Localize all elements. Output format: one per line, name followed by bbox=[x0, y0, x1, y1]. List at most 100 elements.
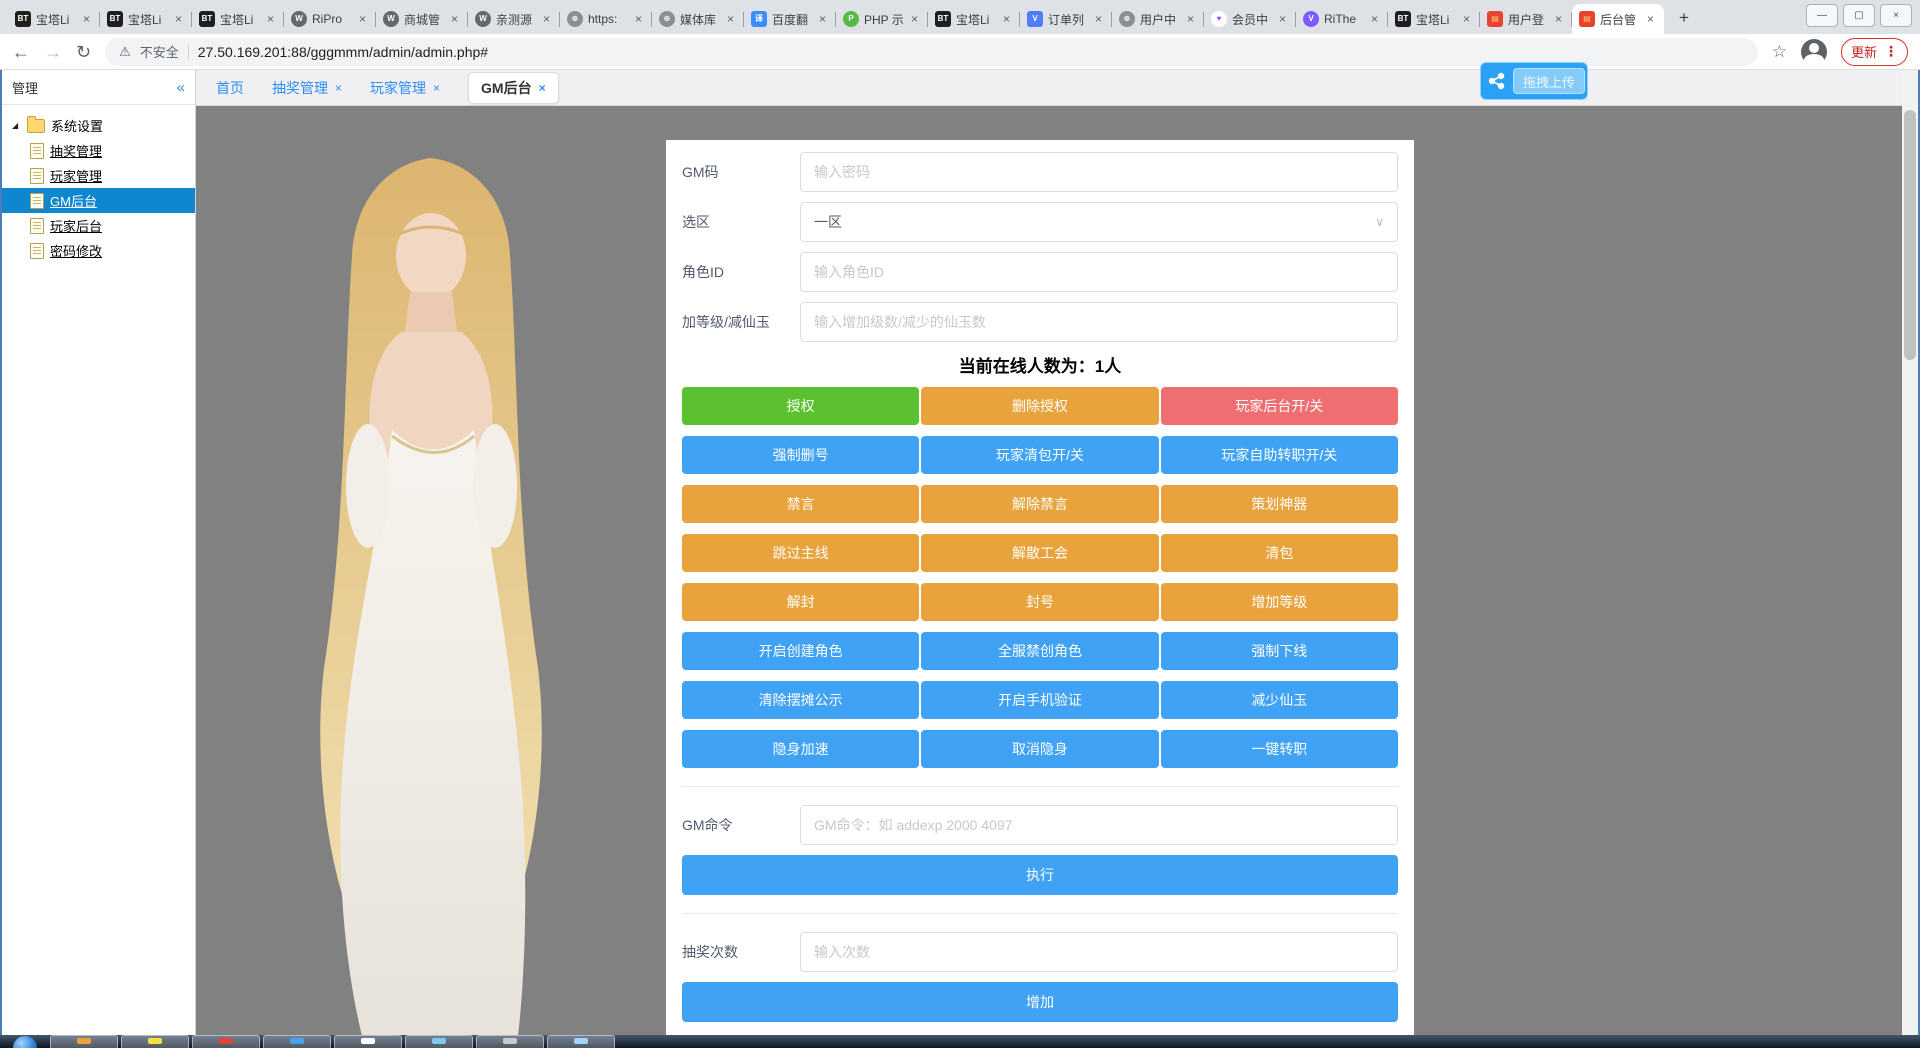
level-jade-input[interactable] bbox=[800, 302, 1398, 342]
tab-close-icon[interactable]: × bbox=[1371, 12, 1378, 26]
update-button[interactable]: 更新 ⋮ bbox=[1841, 38, 1908, 66]
browser-tab-4[interactable]: W商城管× bbox=[376, 4, 468, 34]
gm-action-button[interactable]: 清包 bbox=[1161, 534, 1398, 572]
gm-action-button[interactable]: 强制删号 bbox=[682, 436, 919, 474]
page-tab-2[interactable]: 玩家管理× bbox=[370, 78, 440, 98]
tab-close-icon[interactable]: × bbox=[175, 12, 182, 26]
gm-action-button[interactable]: 解封 bbox=[682, 583, 919, 621]
new-tab-button[interactable]: + bbox=[1670, 4, 1698, 32]
tab-close-icon[interactable]: × bbox=[539, 81, 546, 95]
tab-close-icon[interactable]: × bbox=[267, 12, 274, 26]
gm-action-button[interactable]: 隐身加速 bbox=[682, 730, 919, 768]
sidebar-item-2[interactable]: GM后台 bbox=[2, 188, 195, 213]
execute-button[interactable]: 执行 bbox=[682, 855, 1398, 895]
taskbar-app-4[interactable] bbox=[334, 1035, 402, 1048]
tab-close-icon[interactable]: × bbox=[543, 12, 550, 26]
tab-close-icon[interactable]: × bbox=[1279, 12, 1286, 26]
taskbar-app-0[interactable] bbox=[50, 1035, 118, 1048]
gm-action-button[interactable]: 减少仙玉 bbox=[1161, 681, 1398, 719]
gm-action-button[interactable]: 清除摆摊公示 bbox=[682, 681, 919, 719]
browser-tab-15[interactable]: BT宝塔Li× bbox=[1388, 4, 1480, 34]
gm-action-button[interactable]: 玩家自助转职开/关 bbox=[1161, 436, 1398, 474]
gm-action-button[interactable]: 玩家清包开/关 bbox=[921, 436, 1158, 474]
drag-upload-button[interactable]: 拖拽上传 bbox=[1513, 68, 1585, 94]
tab-close-icon[interactable]: × bbox=[1463, 12, 1470, 26]
browser-tab-2[interactable]: BT宝塔Li× bbox=[192, 4, 284, 34]
url-text[interactable]: 27.50.169.201:88/gggmmm/admin/admin.php# bbox=[198, 44, 488, 60]
tab-close-icon[interactable]: × bbox=[335, 81, 342, 95]
browser-tab-8[interactable]: 译百度翻× bbox=[744, 4, 836, 34]
security-label[interactable]: 不安全 bbox=[140, 42, 179, 61]
lottery-count-input[interactable] bbox=[800, 932, 1398, 972]
browser-tab-16[interactable]: ▤用户登× bbox=[1480, 4, 1572, 34]
page-tab-1[interactable]: 抽奖管理× bbox=[272, 78, 342, 98]
gm-action-button[interactable]: 封号 bbox=[921, 583, 1158, 621]
scrollbar-thumb[interactable] bbox=[1904, 110, 1916, 360]
taskbar-app-3[interactable] bbox=[263, 1035, 331, 1048]
tab-close-icon[interactable]: × bbox=[1003, 12, 1010, 26]
gm-action-button[interactable]: 授权 bbox=[682, 387, 919, 425]
browser-tab-0[interactable]: BT宝塔Li× bbox=[8, 4, 100, 34]
taskbar-app-2[interactable] bbox=[192, 1035, 260, 1048]
reload-icon[interactable]: ↻ bbox=[76, 43, 91, 61]
browser-tab-12[interactable]: ⊕用户中× bbox=[1112, 4, 1204, 34]
bookmark-star-icon[interactable]: ☆ bbox=[1772, 42, 1787, 62]
browser-tab-7[interactable]: ⊕媒体库× bbox=[652, 4, 744, 34]
tree-expander-icon[interactable]: ◢ bbox=[12, 121, 21, 130]
gm-action-button[interactable]: 取消隐身 bbox=[921, 730, 1158, 768]
taskbar-app-7[interactable] bbox=[547, 1035, 615, 1048]
forward-icon[interactable]: → bbox=[44, 43, 62, 61]
maximize-icon[interactable]: ▢ bbox=[1843, 4, 1875, 27]
tab-close-icon[interactable]: × bbox=[433, 81, 440, 95]
page-scrollbar[interactable] bbox=[1902, 70, 1918, 1035]
gm-action-button[interactable]: 玩家后台开/关 bbox=[1161, 387, 1398, 425]
tab-close-icon[interactable]: × bbox=[727, 12, 734, 26]
zone-select[interactable]: 一区∨ bbox=[800, 202, 1398, 242]
collapse-sidebar-icon[interactable]: « bbox=[177, 79, 185, 96]
tab-close-icon[interactable]: × bbox=[1647, 12, 1654, 26]
gm-action-button[interactable]: 跳过主线 bbox=[682, 534, 919, 572]
tree-folder-system-settings[interactable]: ◢ 系统设置 bbox=[2, 113, 195, 138]
gm-action-button[interactable]: 强制下线 bbox=[1161, 632, 1398, 670]
gm-action-button[interactable]: 开启手机验证 bbox=[921, 681, 1158, 719]
taskbar-app-1[interactable] bbox=[121, 1035, 189, 1048]
tab-close-icon[interactable]: × bbox=[819, 12, 826, 26]
taskbar-app-6[interactable] bbox=[476, 1035, 544, 1048]
sidebar-item-3[interactable]: 玩家后台 bbox=[2, 213, 195, 238]
sidebar-item-0[interactable]: 抽奖管理 bbox=[2, 138, 195, 163]
browser-tab-5[interactable]: W亲测源× bbox=[468, 4, 560, 34]
browser-tab-10[interactable]: BT宝塔Li× bbox=[928, 4, 1020, 34]
browser-menu-icon[interactable]: ⋮ bbox=[1884, 43, 1898, 60]
gm-action-button[interactable]: 删除授权 bbox=[921, 387, 1158, 425]
profile-avatar[interactable] bbox=[1801, 39, 1827, 65]
gm-action-button[interactable]: 策划神器 bbox=[1161, 485, 1398, 523]
gm-action-button[interactable]: 禁言 bbox=[682, 485, 919, 523]
tab-close-icon[interactable]: × bbox=[1187, 12, 1194, 26]
browser-tab-11[interactable]: V订单列× bbox=[1020, 4, 1112, 34]
browser-tab-13[interactable]: ♥会员中× bbox=[1204, 4, 1296, 34]
gm-action-button[interactable]: 增加等级 bbox=[1161, 583, 1398, 621]
taskbar-app-5[interactable] bbox=[405, 1035, 473, 1048]
sidebar-item-1[interactable]: 玩家管理 bbox=[2, 163, 195, 188]
tab-close-icon[interactable]: × bbox=[911, 12, 918, 26]
gm-action-button[interactable]: 一键转职 bbox=[1161, 730, 1398, 768]
gm-action-button[interactable]: 解散工会 bbox=[921, 534, 1158, 572]
back-icon[interactable]: ← bbox=[12, 43, 30, 61]
close-icon[interactable]: × bbox=[1880, 4, 1912, 27]
tab-close-icon[interactable]: × bbox=[83, 12, 90, 26]
start-button[interactable] bbox=[3, 1035, 47, 1048]
gm-command-input[interactable] bbox=[800, 805, 1398, 845]
gm-action-button[interactable]: 开启创建角色 bbox=[682, 632, 919, 670]
gm-action-button[interactable]: 全服禁创角色 bbox=[921, 632, 1158, 670]
browser-tab-14[interactable]: VRiThe× bbox=[1296, 4, 1388, 34]
tab-close-icon[interactable]: × bbox=[359, 12, 366, 26]
browser-tab-9[interactable]: PPHP 示× bbox=[836, 4, 928, 34]
tab-close-icon[interactable]: × bbox=[635, 12, 642, 26]
page-tab-0[interactable]: 首页 bbox=[216, 78, 244, 98]
browser-tab-3[interactable]: WRiPro× bbox=[284, 4, 376, 34]
tab-close-icon[interactable]: × bbox=[1095, 12, 1102, 26]
tab-close-icon[interactable]: × bbox=[451, 12, 458, 26]
gm-action-button[interactable]: 解除禁言 bbox=[921, 485, 1158, 523]
gm-code-input[interactable] bbox=[800, 152, 1398, 192]
tab-close-icon[interactable]: × bbox=[1555, 12, 1562, 26]
